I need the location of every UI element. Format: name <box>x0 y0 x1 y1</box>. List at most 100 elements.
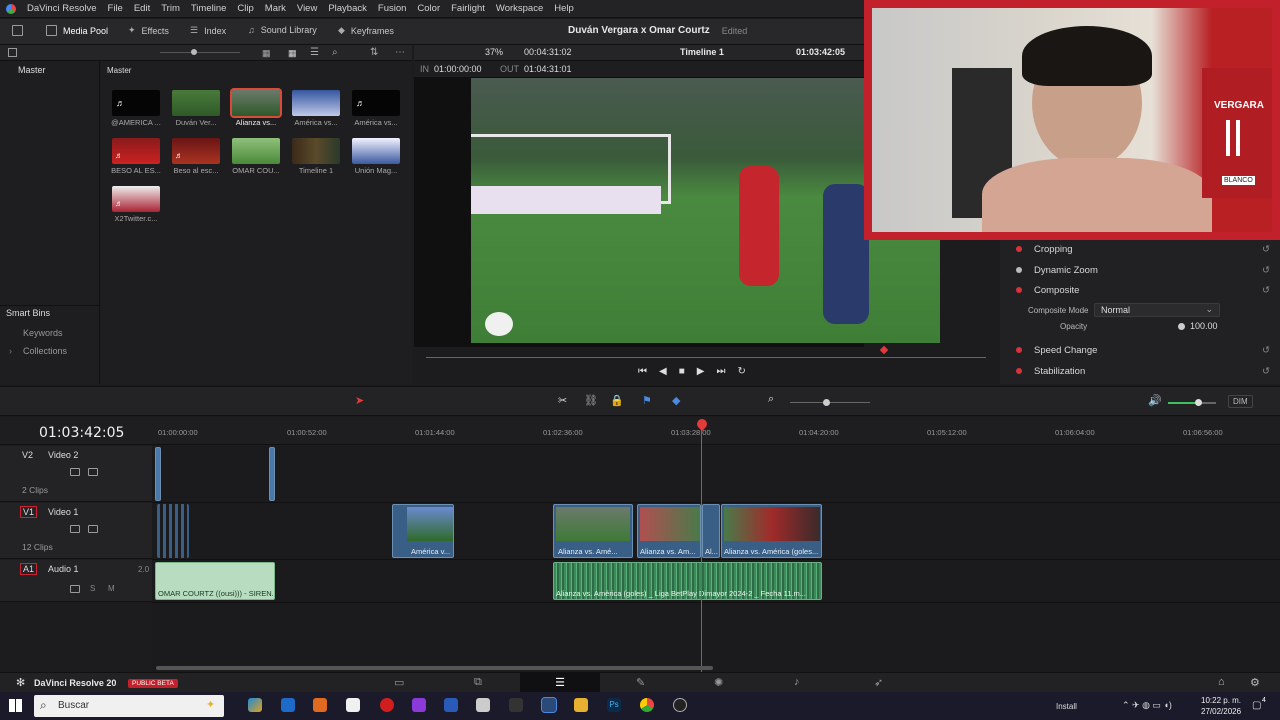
menu-trim[interactable]: Trim <box>161 3 180 14</box>
clip-thumbnail[interactable] <box>292 90 340 116</box>
timeline-clip[interactable]: Al... <box>702 504 720 558</box>
index-button[interactable]: ☰ Index <box>190 25 226 36</box>
document-icon[interactable] <box>346 698 360 712</box>
inspector-cropping[interactable]: Cropping ↺ <box>1002 239 1280 259</box>
inspector-speed-change[interactable]: Speed Change ↺ <box>1002 340 1280 360</box>
inspector-composite[interactable]: Composite ↺ <box>1002 280 1280 300</box>
home-icon[interactable]: ⌂ <box>1218 676 1225 688</box>
skip-forward-icon[interactable]: ⏭ <box>716 366 725 377</box>
install-label[interactable]: Install <box>1056 702 1077 711</box>
reset-icon[interactable]: ↺ <box>1262 366 1270 377</box>
timeline-clip[interactable]: Alianza vs. América (goles... <box>721 504 822 558</box>
clip-thumbnail[interactable]: ♬ <box>112 138 160 164</box>
menu-fusion[interactable]: Fusion <box>378 3 407 14</box>
capcut-icon[interactable] <box>509 698 523 712</box>
davinci-taskbar-icon[interactable] <box>541 697 557 713</box>
clip-thumbnail[interactable] <box>232 138 280 164</box>
blade-tool-icon[interactable]: ✂ <box>558 394 567 407</box>
media-pool-button[interactable]: Media Pool <box>46 25 108 36</box>
zoom-slider[interactable] <box>160 52 240 53</box>
menu-file[interactable]: File <box>108 3 123 14</box>
menu-playback[interactable]: Playback <box>328 3 367 14</box>
volume-slider-track[interactable] <box>1200 402 1216 404</box>
edit-page-icon[interactable]: ☰ <box>520 673 600 693</box>
settings-icon[interactable]: ⚙ <box>1250 676 1260 689</box>
clip-thumbnail[interactable] <box>172 90 220 116</box>
lock-icon[interactable]: 🔒 <box>610 394 624 407</box>
menu-view[interactable]: View <box>297 3 317 14</box>
marker-icon[interactable]: ◆ <box>672 394 680 407</box>
chevron-right-icon[interactable]: › <box>9 346 12 356</box>
track-video-icon[interactable] <box>88 468 98 476</box>
menu-clip[interactable]: Clip <box>237 3 253 14</box>
reset-icon[interactable]: ↺ <box>1262 285 1270 296</box>
inspector-dynamic-zoom[interactable]: Dynamic Zoom ↺ <box>1002 260 1280 280</box>
deliver-page-icon[interactable]: ➶ <box>874 676 883 689</box>
scrubber-playhead[interactable] <box>879 345 889 355</box>
timeline-zoom-slider[interactable] <box>790 402 870 403</box>
notification-icon[interactable]: ▢ <box>1252 700 1261 711</box>
timeline-clip[interactable] <box>155 447 161 501</box>
photoshop-icon[interactable]: Ps <box>607 698 621 712</box>
flag-icon[interactable]: ⚑ <box>642 394 652 407</box>
track-header-v1[interactable]: V1 Video 1 12 Clips <box>0 503 152 559</box>
timeline-clip[interactable]: América v... <box>392 504 454 558</box>
keyframes-button[interactable]: ◆ Keyframes <box>338 25 394 36</box>
clip-thumbnail[interactable] <box>292 138 340 164</box>
viewer-scrubber[interactable] <box>426 357 986 358</box>
bin-master[interactable]: Master <box>18 65 46 75</box>
timeline-clip[interactable]: Alianza vs. Amé... <box>553 504 633 558</box>
copilot-icon[interactable] <box>248 698 262 712</box>
skip-back-icon[interactable]: ⏮ <box>638 366 647 377</box>
fairlight-page-icon[interactable]: ♪ <box>794 676 800 688</box>
timeline-clip[interactable] <box>269 447 275 501</box>
calendar-icon[interactable] <box>476 698 490 712</box>
menu-edit[interactable]: Edit <box>134 3 150 14</box>
playhead-line[interactable] <box>701 428 702 672</box>
volume-handle[interactable] <box>1195 399 1202 406</box>
timeline-zoom-handle[interactable] <box>823 399 830 406</box>
menu-app[interactable]: DaVinci Resolve <box>27 3 97 14</box>
reset-icon[interactable]: ↺ <box>1262 244 1270 255</box>
audio-clip[interactable]: OMAR COURTZ ((ousi))) - SIREN... <box>155 562 275 600</box>
inspector-stabilization[interactable]: Stabilization ↺ <box>1002 361 1280 381</box>
mute-button[interactable]: M <box>108 584 115 593</box>
track-video-icon[interactable] <box>88 525 98 533</box>
track-header-a1[interactable]: A1 Audio 1 2.0 S M <box>0 560 152 602</box>
toggle-panels-button[interactable] <box>12 25 23 36</box>
word-icon[interactable] <box>444 698 458 712</box>
clip-thumbnail[interactable]: ♬ <box>112 90 160 116</box>
edge-icon[interactable] <box>281 698 295 712</box>
zoom-handle[interactable] <box>191 49 197 55</box>
enable-dot-icon[interactable] <box>1016 246 1022 252</box>
clip-thumbnail[interactable]: ♬ <box>172 138 220 164</box>
zoom-tool-icon[interactable]: ⌕ <box>768 393 774 406</box>
opera-icon[interactable] <box>380 698 394 712</box>
audio-clip[interactable]: Alianza vs. América (goles) _ Liga BetPl… <box>553 562 822 600</box>
auto-select-icon[interactable] <box>70 468 80 476</box>
reset-icon[interactable]: ↺ <box>1262 265 1270 276</box>
enable-dot-icon[interactable] <box>1016 347 1022 353</box>
search-icon[interactable]: ⌕ <box>332 47 338 58</box>
fusion-page-icon[interactable]: ✎ <box>636 676 645 689</box>
tray-icons[interactable]: ⌃ ✈ ◍ ▭ ◖) <box>1122 700 1172 711</box>
solo-button[interactable]: S <box>90 584 95 593</box>
auto-select-icon[interactable] <box>70 525 80 533</box>
media-page-icon[interactable]: ▭ <box>394 676 404 689</box>
clip-thumbnail[interactable]: ♬ <box>112 186 160 212</box>
enable-dot-icon[interactable] <box>1016 287 1022 293</box>
composite-mode-select[interactable]: Normal ⌄ <box>1094 303 1220 317</box>
taskbar-search[interactable]: ⌕ Buscar ✦ <box>34 695 224 717</box>
list-icon[interactable]: ☰ <box>310 47 319 58</box>
app-icon[interactable] <box>412 698 426 712</box>
timeline-clip[interactable]: Alianza vs. Am... <box>637 504 701 558</box>
grid-view-icon[interactable]: ▦ <box>288 48 297 59</box>
timeline-clip-group[interactable] <box>157 504 189 558</box>
timeline-scrollbar[interactable] <box>156 666 713 670</box>
dim-button[interactable]: DIM <box>1228 395 1253 408</box>
more-options-icon[interactable]: ⋯ <box>395 47 405 58</box>
play-reverse-icon[interactable]: ◀ <box>659 366 667 377</box>
folder-icon[interactable] <box>574 698 588 712</box>
obs-icon[interactable] <box>673 698 687 712</box>
menu-timeline[interactable]: Timeline <box>191 3 227 14</box>
